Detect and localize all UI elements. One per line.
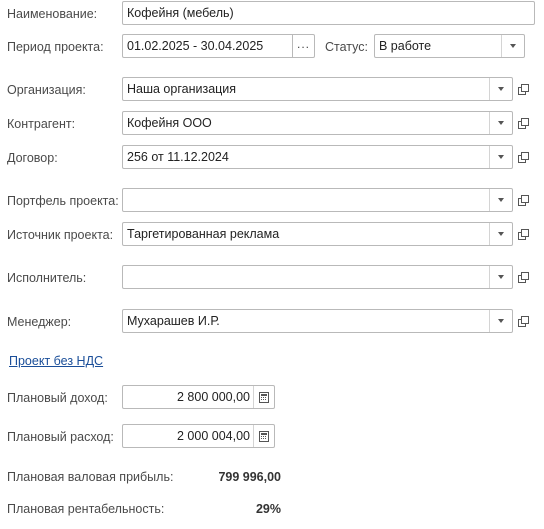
vat-link[interactable]: Проект без НДС <box>9 353 103 369</box>
source-value: Таргетированная реклама <box>127 227 280 241</box>
open-form-icon <box>518 152 529 163</box>
contract-select[interactable]: 256 от 11.12.2024 <box>122 145 513 169</box>
chevron-down-icon[interactable] <box>501 35 524 57</box>
source-open-button[interactable] <box>514 222 532 246</box>
chevron-down-icon[interactable] <box>489 189 512 211</box>
planned-expense-input[interactable]: 2 000 004,00 <box>122 424 275 448</box>
planned-expense-label: Плановый расход: <box>7 430 114 444</box>
period-label: Период проекта: <box>7 40 104 54</box>
name-input[interactable]: Кофейня (мебель) <box>122 1 535 25</box>
calculator-button[interactable] <box>253 386 274 408</box>
counterparty-select[interactable]: Кофейня ООО <box>122 111 513 135</box>
status-label: Статус: <box>325 40 368 54</box>
contract-open-button[interactable] <box>514 145 532 169</box>
chevron-down-icon[interactable] <box>489 310 512 332</box>
organization-label: Организация: <box>7 83 86 97</box>
manager-value: Мухарашев И.Р. <box>127 314 220 328</box>
contract-value: 256 от 11.12.2024 <box>127 150 229 164</box>
portfolio-open-button[interactable] <box>514 188 532 212</box>
profitability-value: 29% <box>255 502 281 516</box>
open-form-icon <box>518 316 529 327</box>
executor-label: Исполнитель: <box>7 271 87 285</box>
planned-income-label: Плановый доход: <box>7 391 108 405</box>
name-label: Наименование: <box>7 7 98 21</box>
counterparty-value: Кофейня ООО <box>127 116 212 130</box>
open-form-icon <box>518 272 529 283</box>
counterparty-open-button[interactable] <box>514 111 532 135</box>
manager-label: Менеджер: <box>7 315 72 329</box>
open-form-icon <box>518 195 529 206</box>
organization-select[interactable]: Наша организация <box>122 77 513 101</box>
executor-select[interactable] <box>122 265 513 289</box>
period-input[interactable]: 01.02.2025 - 30.04.2025 <box>122 34 293 58</box>
portfolio-select[interactable] <box>122 188 513 212</box>
source-label: Источник проекта: <box>7 228 114 242</box>
open-form-icon <box>518 84 529 95</box>
open-form-icon <box>518 118 529 129</box>
chevron-down-icon[interactable] <box>489 146 512 168</box>
calculator-button[interactable] <box>253 425 274 447</box>
calculator-icon <box>259 391 269 403</box>
profitability-label: Плановая рентабельность: <box>7 502 165 516</box>
status-select[interactable]: В работе <box>374 34 525 58</box>
chevron-down-icon[interactable] <box>489 266 512 288</box>
organization-open-button[interactable] <box>514 77 532 101</box>
portfolio-label: Портфель проекта: <box>7 194 119 208</box>
planned-expense-value: 2 000 004,00 <box>177 429 250 443</box>
manager-open-button[interactable] <box>514 309 532 333</box>
manager-select[interactable]: Мухарашев И.Р. <box>122 309 513 333</box>
chevron-down-icon[interactable] <box>489 112 512 134</box>
contract-label: Договор: <box>7 151 58 165</box>
chevron-down-icon[interactable] <box>489 78 512 100</box>
gross-profit-label: Плановая валовая прибыль: <box>7 470 174 484</box>
period-picker-button[interactable]: ... <box>293 34 315 58</box>
executor-open-button[interactable] <box>514 265 532 289</box>
source-select[interactable]: Таргетированная реклама <box>122 222 513 246</box>
planned-income-input[interactable]: 2 800 000,00 <box>122 385 275 409</box>
chevron-down-icon[interactable] <box>489 223 512 245</box>
counterparty-label: Контрагент: <box>7 117 76 131</box>
status-value: В работе <box>379 39 432 53</box>
calculator-icon <box>259 430 269 442</box>
open-form-icon <box>518 229 529 240</box>
planned-income-value: 2 800 000,00 <box>177 390 250 404</box>
organization-value: Наша организация <box>127 82 237 96</box>
gross-profit-value: 799 996,00 <box>218 470 281 484</box>
